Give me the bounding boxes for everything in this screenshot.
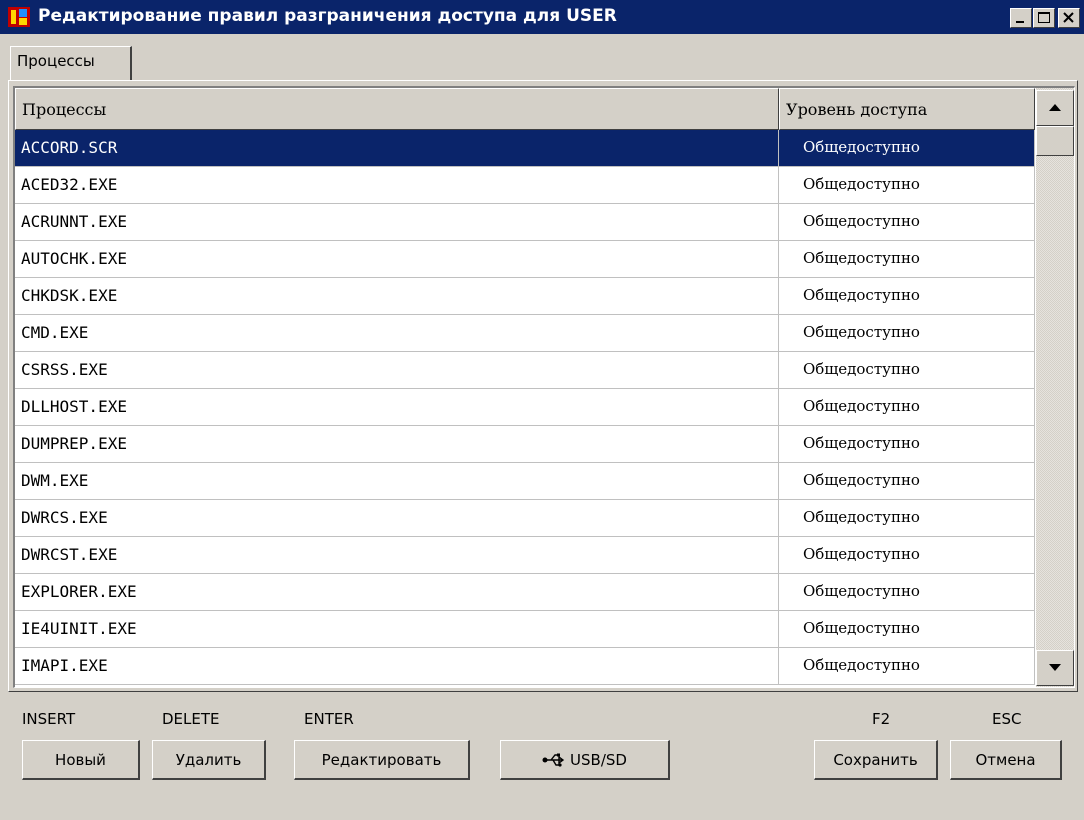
- column-header-access-level[interactable]: Уровень доступа: [779, 88, 1035, 130]
- vertical-scrollbar[interactable]: [1036, 88, 1074, 687]
- process-name-cell[interactable]: IE4UINIT.EXE: [15, 611, 779, 648]
- access-level-cell[interactable]: Общедоступно: [779, 426, 1035, 463]
- process-name-cell[interactable]: DLLHOST.EXE: [15, 389, 779, 426]
- new-button-label: Новый: [55, 751, 106, 769]
- edit-button-label: Редактировать: [321, 751, 442, 769]
- app-icon: [8, 7, 30, 27]
- delete-button[interactable]: Удалить: [152, 740, 266, 780]
- usb-sd-button-label: USB/SD: [570, 751, 627, 769]
- maximize-button[interactable]: [1033, 8, 1055, 28]
- table-row[interactable]: EXPLORER.EXE Общедоступно: [15, 574, 1035, 611]
- process-name-cell[interactable]: DWRCST.EXE: [15, 537, 779, 574]
- access-level-cell[interactable]: Общедоступно: [779, 167, 1035, 204]
- table-row[interactable]: AUTOCHK.EXE Общедоступно: [15, 241, 1035, 278]
- table-row[interactable]: CMD.EXE Общедоступно: [15, 315, 1035, 352]
- tab-processes[interactable]: Процессы: [10, 46, 132, 80]
- scroll-up-button[interactable]: [1036, 90, 1074, 126]
- process-name-cell[interactable]: CSRSS.EXE: [15, 352, 779, 389]
- access-level-cell[interactable]: Общедоступно: [779, 648, 1035, 685]
- shortcut-f2: F2: [872, 710, 891, 728]
- table-row[interactable]: CHKDSK.EXE Общедоступно: [15, 278, 1035, 315]
- access-level-cell[interactable]: Общедоступно: [779, 463, 1035, 500]
- shortcut-insert: INSERT: [22, 710, 76, 728]
- table-row[interactable]: IE4UINIT.EXE Общедоступно: [15, 611, 1035, 648]
- access-level-cell[interactable]: Общедоступно: [779, 278, 1035, 315]
- table-row[interactable]: ACRUNNT.EXE Общедоступно: [15, 204, 1035, 241]
- shortcut-delete: DELETE: [162, 710, 220, 728]
- access-level-cell[interactable]: Общедоступно: [779, 352, 1035, 389]
- shortcut-enter: ENTER: [304, 710, 354, 728]
- access-level-cell[interactable]: Общедоступно: [779, 537, 1035, 574]
- access-level-cell[interactable]: Общедоступно: [779, 204, 1035, 241]
- process-name-cell[interactable]: DWRCS.EXE: [15, 500, 779, 537]
- access-level-cell[interactable]: Общедоступно: [779, 389, 1035, 426]
- tab-label: Процессы: [17, 52, 95, 70]
- close-button[interactable]: [1058, 8, 1080, 28]
- process-name-cell[interactable]: ACCORD.SCR: [15, 130, 779, 167]
- shortcut-esc: ESC: [992, 710, 1022, 728]
- minimize-button[interactable]: [1010, 8, 1032, 28]
- minimize-icon: [1016, 21, 1024, 23]
- table-row[interactable]: IMAPI.EXE Общедоступно: [15, 648, 1035, 685]
- access-level-cell[interactable]: Общедоступно: [779, 500, 1035, 537]
- table-row[interactable]: DLLHOST.EXE Общедоступно: [15, 389, 1035, 426]
- window-title: Редактирование правил разграничения дост…: [38, 6, 617, 26]
- process-name-cell[interactable]: EXPLORER.EXE: [15, 574, 779, 611]
- scroll-down-button[interactable]: [1036, 650, 1074, 686]
- access-level-cell[interactable]: Общедоступно: [779, 241, 1035, 278]
- maximize-icon: [1038, 12, 1050, 23]
- table-row[interactable]: DWRCS.EXE Общедоступно: [15, 500, 1035, 537]
- cancel-button-label: Отмена: [975, 751, 1036, 769]
- access-level-cell[interactable]: Общедоступно: [779, 130, 1035, 167]
- process-name-cell[interactable]: ACED32.EXE: [15, 167, 779, 204]
- edit-button[interactable]: Редактировать: [294, 740, 470, 780]
- save-button[interactable]: Сохранить: [814, 740, 938, 780]
- access-level-cell[interactable]: Общедоступно: [779, 315, 1035, 352]
- table-row[interactable]: CSRSS.EXE Общедоступно: [15, 352, 1035, 389]
- table-row[interactable]: DWRCST.EXE Общедоступно: [15, 537, 1035, 574]
- cancel-button[interactable]: Отмена: [950, 740, 1062, 780]
- process-table[interactable]: Процессы Уровень доступа ACCORD.SCR Общед…: [13, 86, 1075, 688]
- table-row[interactable]: DWM.EXE Общедоступно: [15, 463, 1035, 500]
- process-name-cell[interactable]: CHKDSK.EXE: [15, 278, 779, 315]
- table-body: ACCORD.SCR Общедоступно ACED32.EXE Общедост…: [15, 130, 1037, 685]
- process-name-cell[interactable]: DUMPREP.EXE: [15, 426, 779, 463]
- table-row[interactable]: DUMPREP.EXE Общедоступно: [15, 426, 1035, 463]
- save-button-label: Сохранить: [833, 751, 918, 769]
- table-row[interactable]: ACCORD.SCR Общедоступно: [15, 130, 1035, 167]
- arrow-down-icon: [1049, 664, 1061, 671]
- scroll-thumb[interactable]: [1036, 126, 1074, 156]
- title-bar[interactable]: Редактирование правил разграничения дост…: [0, 0, 1084, 34]
- usb-sd-button[interactable]: USB/SD: [500, 740, 670, 780]
- close-icon: [1063, 12, 1074, 23]
- process-name-cell[interactable]: IMAPI.EXE: [15, 648, 779, 685]
- delete-button-label: Удалить: [175, 751, 242, 769]
- access-level-cell[interactable]: Общедоступно: [779, 611, 1035, 648]
- access-level-cell[interactable]: Общедоступно: [779, 574, 1035, 611]
- process-name-cell[interactable]: DWM.EXE: [15, 463, 779, 500]
- table-header: Процессы Уровень доступа: [15, 88, 1037, 130]
- process-name-cell[interactable]: ACRUNNT.EXE: [15, 204, 779, 241]
- new-button[interactable]: Новый: [22, 740, 140, 780]
- arrow-up-icon: [1049, 104, 1061, 111]
- column-header-processes[interactable]: Процессы: [15, 88, 779, 130]
- process-name-cell[interactable]: CMD.EXE: [15, 315, 779, 352]
- process-name-cell[interactable]: AUTOCHK.EXE: [15, 241, 779, 278]
- table-row[interactable]: ACED32.EXE Общедоступно: [15, 167, 1035, 204]
- usb-icon: [542, 753, 565, 767]
